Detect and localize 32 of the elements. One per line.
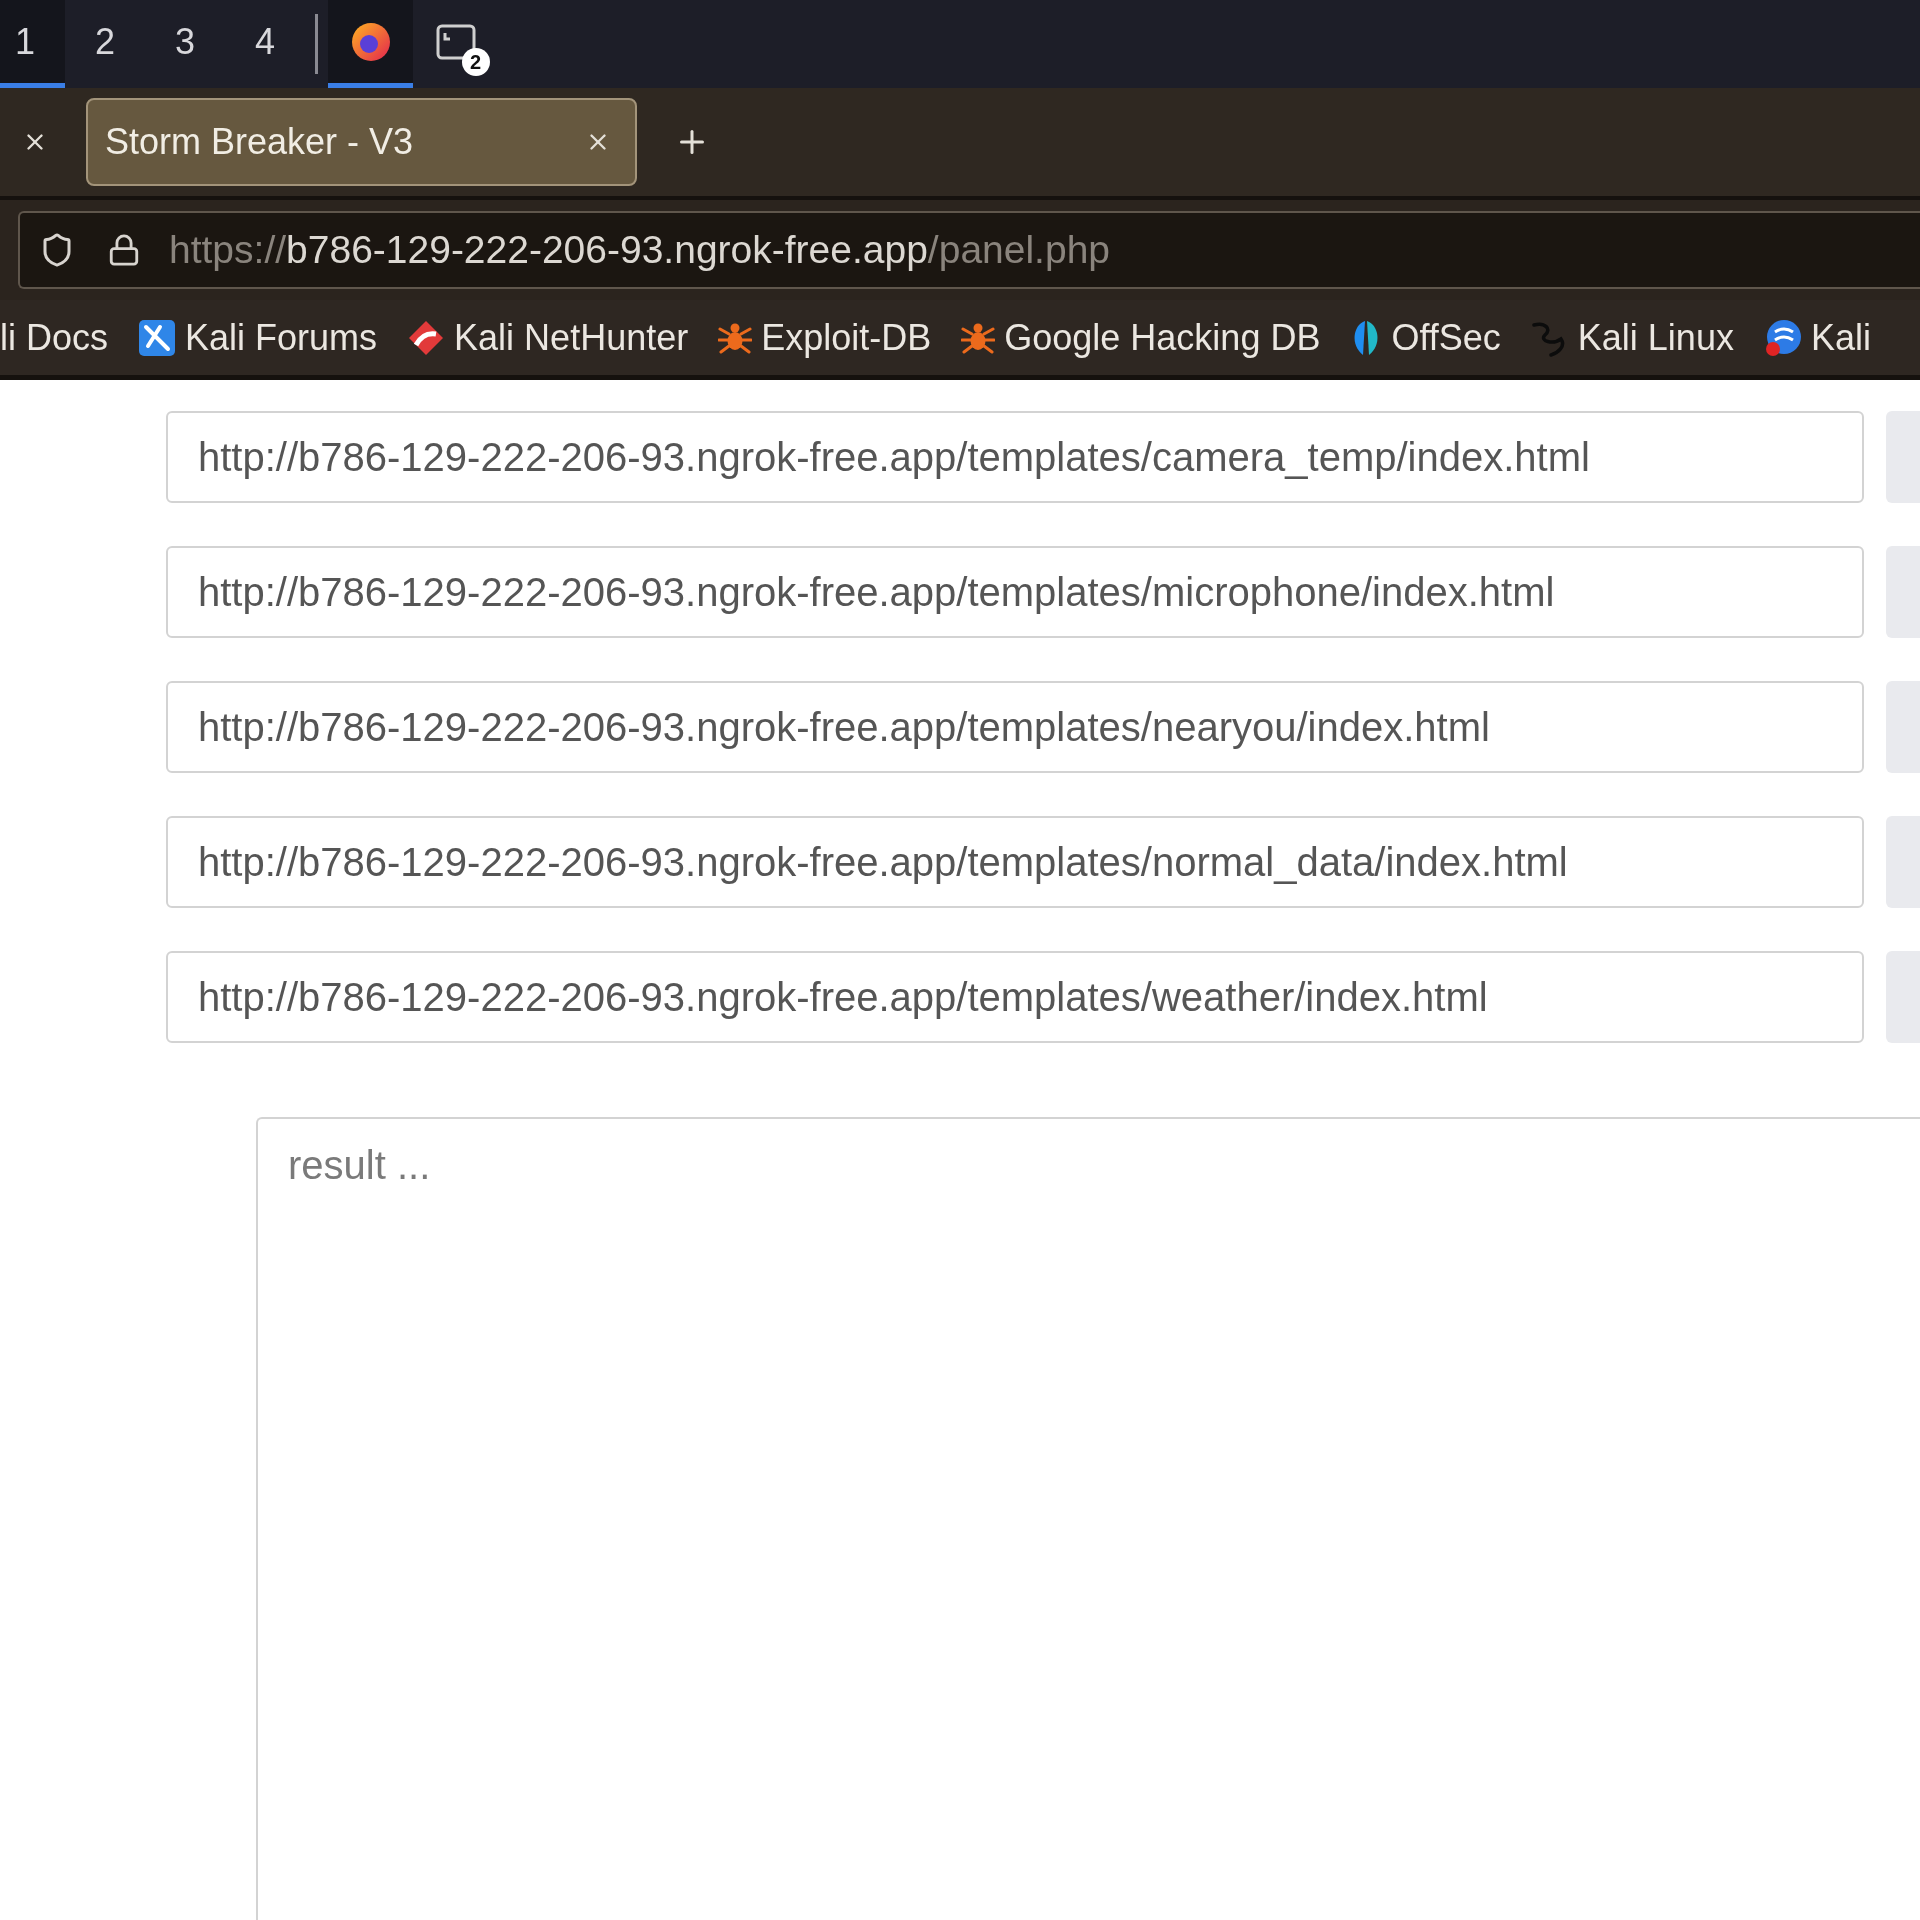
link-field[interactable]: http://b786-129-222-206-93.ngrok-free.app/templates/weather/index.html — [166, 951, 1864, 1043]
bookmark-link[interactable]: Kali NetHunter — [407, 310, 689, 365]
taskbar-app-button[interactable]: 2 — [413, 0, 498, 88]
count-badge: 2 — [461, 47, 490, 76]
round-logo-icon — [1763, 318, 1802, 357]
bug-icon — [961, 321, 996, 354]
swoosh-icon — [407, 318, 446, 357]
bookmark-link[interactable]: li Docs — [0, 310, 109, 365]
workspace-button[interactable]: 2 — [65, 0, 145, 88]
link-field[interactable]: http://b786-129-222-206-93.ngrok-free.app/templates/nearyou/index.html — [166, 681, 1864, 773]
browser-icon — [350, 21, 391, 62]
workspace-button[interactable]: 1 — [0, 0, 65, 88]
workspace-button[interactable]: 3 — [145, 0, 225, 88]
bookmark-link[interactable]: OffSec — [1350, 310, 1501, 365]
address-field[interactable]: https://b786-129-222-206-93.ngrok-free.app/panel.php — [18, 211, 1920, 289]
browser-tab[interactable]: Storm Breaker - V3 — [86, 98, 637, 186]
bookmark-link[interactable]: Kali Linux — [1530, 310, 1734, 365]
bug-icon — [718, 321, 753, 354]
taskbar-app-button[interactable] — [328, 0, 413, 88]
tile-icon — [138, 318, 177, 357]
bookmark-link[interactable]: Google Hacking DB — [961, 310, 1321, 365]
result-field[interactable]: result ... — [256, 1117, 1920, 1920]
bookmark-link[interactable]: Exploit-DB — [718, 310, 932, 365]
tab-title: Storm Breaker - V3 — [105, 120, 414, 164]
lock-icon — [107, 233, 141, 267]
url-text: https://b786-129-222-206-93.ngrok-free.app/panel.php — [169, 226, 1111, 273]
link-field[interactable]: http://b786-129-222-206-93.ngrok-free.app/templates/normal_data/index.html — [166, 816, 1864, 908]
bookmark-link[interactable]: Kali — [1763, 310, 1871, 365]
link-field[interactable]: http://b786-129-222-206-93.ngrok-free.app/templates/camera_temp/index.html — [166, 411, 1864, 503]
bookmark-link[interactable]: Kali Forums — [138, 310, 378, 365]
workspace-button[interactable]: 4 — [225, 0, 305, 88]
link-field[interactable]: http://b786-129-222-206-93.ngrok-free.app/templates/microphone/index.html — [166, 546, 1864, 638]
